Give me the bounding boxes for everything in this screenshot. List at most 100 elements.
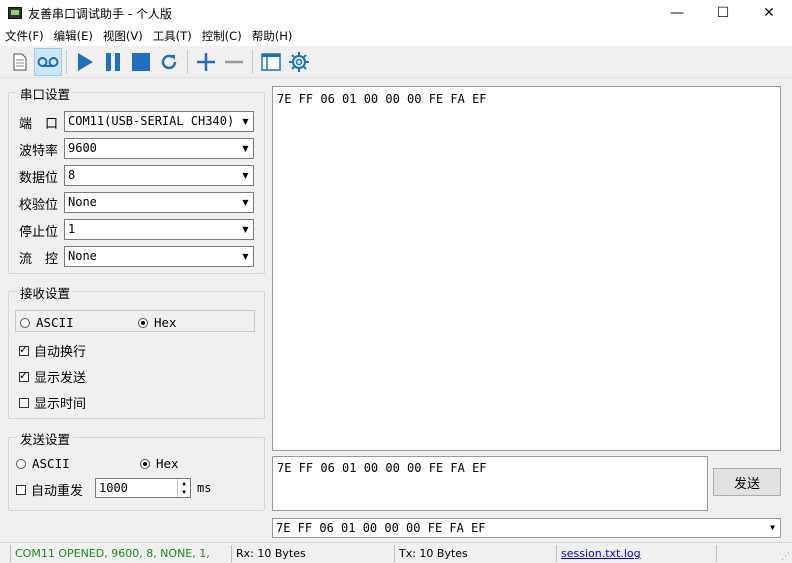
refresh-button[interactable] bbox=[155, 48, 183, 76]
send-ascii-label: ASCII bbox=[32, 456, 70, 471]
send-hex-label: Hex bbox=[156, 456, 179, 471]
receive-ascii-label: ASCII bbox=[36, 315, 74, 330]
send-hex-radio[interactable]: Hex bbox=[140, 456, 179, 471]
resend-interval-input[interactable]: 1000 ▲ ▼ bbox=[95, 478, 191, 498]
tape-record-icon bbox=[37, 56, 59, 67]
menu-file[interactable]: 文件(F) bbox=[0, 28, 49, 44]
rx-count: Rx: 10 Bytes bbox=[231, 545, 394, 562]
send-settings-group: 发送设置 bbox=[8, 429, 265, 511]
close-button[interactable]: ✕ bbox=[746, 0, 792, 26]
radio-checked-icon bbox=[140, 458, 150, 469]
add-button[interactable] bbox=[192, 48, 220, 76]
send-history-value: 7E FF 06 01 00 00 00 FE FA EF bbox=[276, 521, 486, 535]
receive-text-area[interactable]: 7E FF 06 01 00 00 00 FE FA EF bbox=[272, 86, 781, 451]
receive-content: 7E FF 06 01 00 00 00 FE FA EF bbox=[277, 92, 487, 106]
app-logo-icon bbox=[8, 7, 22, 19]
chevron-down-icon: ▼ bbox=[242, 117, 249, 126]
minimize-button[interactable]: — bbox=[654, 0, 700, 26]
stop-button[interactable] bbox=[127, 48, 155, 76]
spin-down-icon[interactable]: ▼ bbox=[178, 488, 190, 497]
show-time-checkbox[interactable]: 显示时间 bbox=[19, 393, 86, 412]
flow-value: None bbox=[68, 249, 97, 263]
refresh-icon bbox=[161, 54, 177, 69]
chevron-down-icon: ▼ bbox=[242, 225, 249, 234]
auto-wrap-label: 自动换行 bbox=[34, 345, 87, 360]
pause-button[interactable] bbox=[99, 48, 127, 76]
record-button[interactable] bbox=[34, 47, 62, 76]
status-bar: COM11 OPENED, 9600, 8, NONE, 1, OFF Rx: … bbox=[0, 542, 792, 563]
checkbox-checked-icon bbox=[19, 343, 29, 356]
baud-value: 9600 bbox=[68, 141, 97, 155]
toolbar bbox=[0, 46, 792, 78]
show-send-label: 显示发送 bbox=[34, 371, 87, 386]
chevron-down-icon: ▼ bbox=[242, 144, 249, 153]
receive-hex-label: Hex bbox=[154, 315, 177, 330]
auto-resend-checkbox[interactable]: 自动重发 bbox=[16, 480, 83, 499]
databits-select[interactable]: 8 ▼ bbox=[64, 165, 254, 186]
new-document-icon bbox=[13, 53, 27, 70]
resend-interval-value: 1000 bbox=[99, 481, 128, 495]
title-bar: 友善串口调试助手 - 个人版 — ☐ ✕ bbox=[0, 0, 792, 26]
checkbox-unchecked-icon bbox=[16, 484, 26, 495]
databits-label: 数据位 bbox=[19, 171, 59, 186]
window-button[interactable] bbox=[257, 48, 285, 76]
window-controls: — ☐ ✕ bbox=[654, 0, 792, 26]
flow-select[interactable]: None ▼ bbox=[64, 246, 254, 267]
window-title: 友善串口调试助手 - 个人版 bbox=[28, 6, 172, 21]
chevron-down-icon: ▼ bbox=[242, 252, 249, 261]
add-icon bbox=[197, 52, 215, 71]
parity-select[interactable]: None ▼ bbox=[64, 192, 254, 213]
receive-hex-radio[interactable]: Hex bbox=[138, 315, 177, 330]
remove-button[interactable] bbox=[220, 48, 248, 76]
maximize-button[interactable]: ☐ bbox=[700, 0, 746, 26]
play-icon bbox=[78, 52, 93, 71]
port-value: COM11(USB-SERIAL CH340) bbox=[68, 114, 235, 128]
send-button[interactable]: 发送 bbox=[713, 468, 781, 496]
open-port-button[interactable] bbox=[71, 48, 99, 76]
receive-settings-title: 接收设置 bbox=[17, 283, 74, 302]
checkbox-checked-icon bbox=[19, 369, 29, 382]
port-select[interactable]: COM11(USB-SERIAL CH340) ▼ bbox=[64, 111, 254, 132]
baud-label: 波特率 bbox=[19, 144, 59, 159]
baud-select[interactable]: 9600 ▼ bbox=[64, 138, 254, 159]
toolbar-separator bbox=[187, 49, 188, 74]
menu-view[interactable]: 视图(V) bbox=[98, 28, 148, 44]
tx-count: Tx: 10 Bytes bbox=[394, 545, 556, 562]
auto-wrap-checkbox[interactable]: 自动换行 bbox=[19, 341, 86, 360]
chevron-down-icon: ▼ bbox=[242, 198, 249, 207]
settings-button[interactable] bbox=[285, 48, 313, 76]
connection-status: COM11 OPENED, 9600, 8, NONE, 1, OFF bbox=[10, 545, 231, 562]
send-content: 7E FF 06 01 00 00 00 FE FA EF bbox=[277, 461, 487, 475]
send-text-area[interactable]: 7E FF 06 01 00 00 00 FE FA EF bbox=[272, 456, 708, 511]
show-time-label: 显示时间 bbox=[34, 397, 87, 412]
spin-buttons[interactable]: ▲ ▼ bbox=[177, 479, 190, 497]
gear-icon bbox=[289, 51, 309, 72]
checkbox-unchecked-icon bbox=[19, 397, 29, 408]
spin-up-icon[interactable]: ▲ bbox=[178, 479, 190, 488]
receive-ascii-radio[interactable]: ASCII bbox=[20, 315, 74, 330]
show-send-checkbox[interactable]: 显示发送 bbox=[19, 367, 86, 386]
stopbits-select[interactable]: 1 ▼ bbox=[64, 219, 254, 240]
radio-unchecked-icon bbox=[20, 317, 30, 328]
menu-bar: 文件(F) 编辑(E) 视图(V) 工具(T) 控制(C) 帮助(H) bbox=[0, 26, 792, 46]
remove-icon bbox=[225, 60, 243, 63]
menu-help[interactable]: 帮助(H) bbox=[247, 28, 298, 44]
stopbits-value: 1 bbox=[68, 222, 76, 236]
toolbar-separator bbox=[66, 49, 67, 74]
interval-unit-label: ms bbox=[197, 481, 212, 495]
new-document-button[interactable] bbox=[6, 48, 34, 76]
menu-tools[interactable]: 工具(T) bbox=[148, 28, 197, 44]
toolbar-separator bbox=[252, 49, 253, 74]
databits-value: 8 bbox=[68, 168, 76, 182]
send-ascii-radio[interactable]: ASCII bbox=[16, 456, 70, 471]
auto-resend-label: 自动重发 bbox=[31, 484, 84, 499]
log-file-link[interactable]: session.txt.log bbox=[556, 545, 716, 562]
send-settings-title: 发送设置 bbox=[17, 429, 74, 448]
window-icon bbox=[261, 52, 281, 71]
resize-grip-icon[interactable]: ⋰ bbox=[781, 552, 790, 562]
send-history-select[interactable]: 7E FF 06 01 00 00 00 FE FA EF ▼ bbox=[272, 518, 781, 538]
menu-control[interactable]: 控制(C) bbox=[197, 28, 247, 44]
menu-edit[interactable]: 编辑(E) bbox=[49, 28, 98, 44]
status-extra bbox=[716, 545, 772, 562]
port-label: 端 口 bbox=[19, 117, 59, 132]
